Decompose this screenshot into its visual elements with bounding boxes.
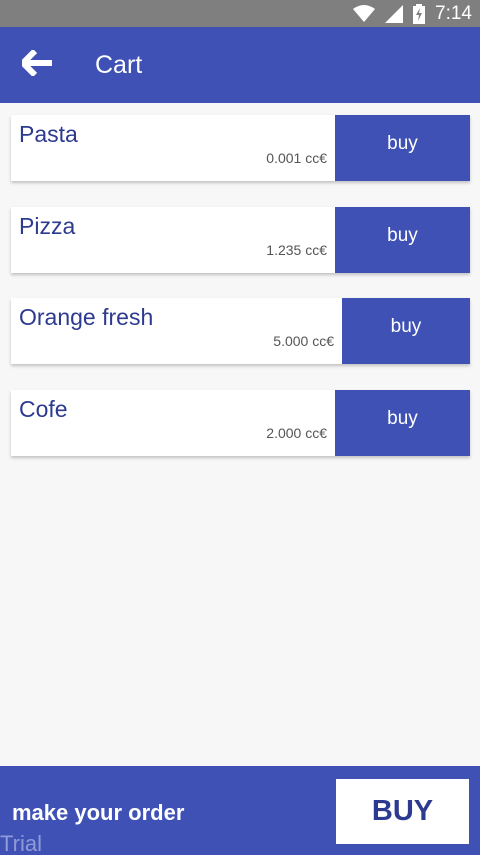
buy-button[interactable]: buy bbox=[342, 298, 470, 364]
page-title: Cart bbox=[95, 50, 143, 79]
buy-all-button[interactable]: BUY bbox=[336, 779, 469, 844]
wifi-icon bbox=[353, 4, 376, 23]
status-bar: 7:14 bbox=[0, 0, 480, 27]
item-name: Pasta bbox=[19, 121, 78, 147]
battery-icon bbox=[413, 3, 426, 24]
item-name: Pizza bbox=[19, 213, 76, 239]
item-name: Orange fresh bbox=[19, 304, 154, 330]
buy-button[interactable]: buy bbox=[335, 115, 470, 181]
cart-item-orange-fresh: Orange fresh 5.000 cc€ buy bbox=[11, 298, 470, 364]
buy-button[interactable]: buy bbox=[335, 207, 470, 273]
item-price: 1.235 cc€ bbox=[266, 242, 327, 258]
order-bar: make your order BUY Trial bbox=[0, 766, 480, 855]
status-time: 7:14 bbox=[435, 2, 472, 24]
item-price: 5.000 cc€ bbox=[273, 333, 334, 349]
item-price: 0.001 cc€ bbox=[266, 150, 327, 166]
cart-item-pasta: Pasta 0.001 cc€ buy bbox=[11, 115, 470, 181]
buy-button[interactable]: buy bbox=[335, 390, 470, 456]
item-info: Cofe 2.000 cc€ bbox=[11, 390, 335, 456]
back-button[interactable] bbox=[0, 27, 74, 103]
order-prompt: make your order bbox=[12, 800, 185, 825]
item-price: 2.000 cc€ bbox=[266, 425, 327, 441]
item-info: Pizza 1.235 cc€ bbox=[11, 207, 335, 273]
trial-watermark: Trial bbox=[0, 831, 42, 855]
cart-item-pizza: Pizza 1.235 cc€ buy bbox=[11, 207, 470, 273]
item-name: Cofe bbox=[19, 396, 68, 422]
cart-item-cofe: Cofe 2.000 cc€ buy bbox=[11, 390, 470, 456]
signal-icon bbox=[385, 4, 404, 23]
app-bar: Cart bbox=[0, 27, 480, 103]
item-info: Orange fresh 5.000 cc€ bbox=[11, 298, 342, 364]
item-info: Pasta 0.001 cc€ bbox=[11, 115, 335, 181]
arrow-back-icon bbox=[18, 48, 52, 81]
